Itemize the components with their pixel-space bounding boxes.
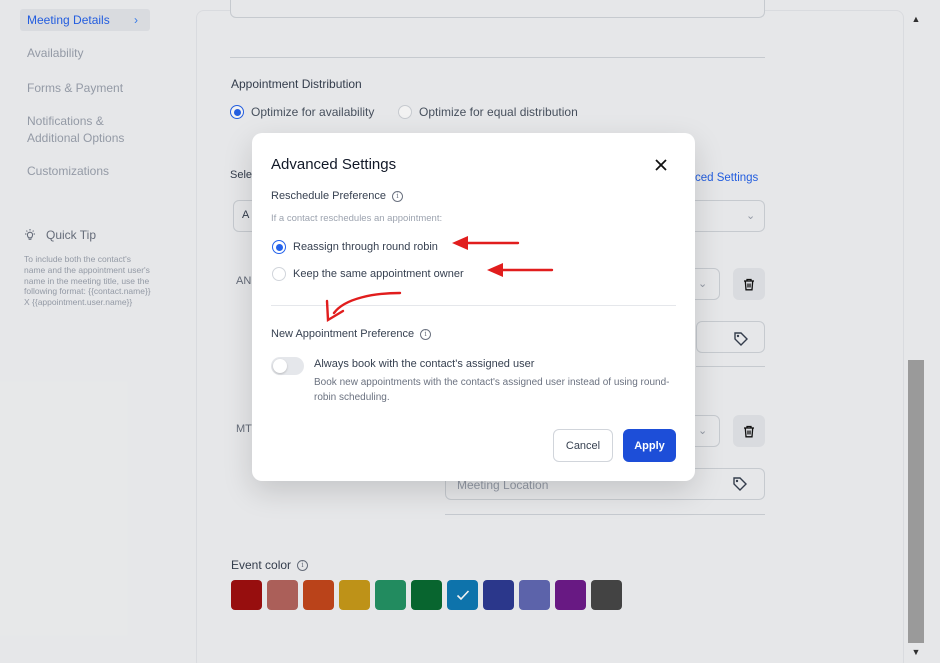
reschedule-hint: If a contact reschedules an appointment: [271,213,443,224]
radio-button[interactable] [272,240,286,254]
radio-button[interactable] [272,267,286,281]
assigned-user-toggle[interactable] [271,357,304,375]
cancel-button[interactable]: Cancel [553,429,613,462]
new-appointment-label: New Appointment Preference i [271,328,432,340]
modal-title: Advanced Settings [271,156,397,173]
apply-button[interactable]: Apply [623,429,676,462]
close-icon[interactable] [653,157,669,173]
toggle-title: Always book with the contact's assigned … [314,358,535,370]
info-icon: i [391,190,403,202]
label-text: Reschedule Preference [271,190,386,202]
reschedule-label: Reschedule Preference i [271,190,403,202]
radio-label: Reassign through round robin [293,241,438,253]
radio-reassign-round-robin[interactable]: Reassign through round robin [272,240,438,254]
label-text: New Appointment Preference [271,328,415,340]
toggle-description: Book new appointments with the contact's… [314,377,670,403]
advanced-settings-modal: Advanced Settings Reschedule Preference … [252,133,695,481]
radio-label: Keep the same appointment owner [293,268,464,280]
radio-keep-same-owner[interactable]: Keep the same appointment owner [272,267,464,281]
info-icon: i [420,328,432,340]
divider [271,305,676,306]
